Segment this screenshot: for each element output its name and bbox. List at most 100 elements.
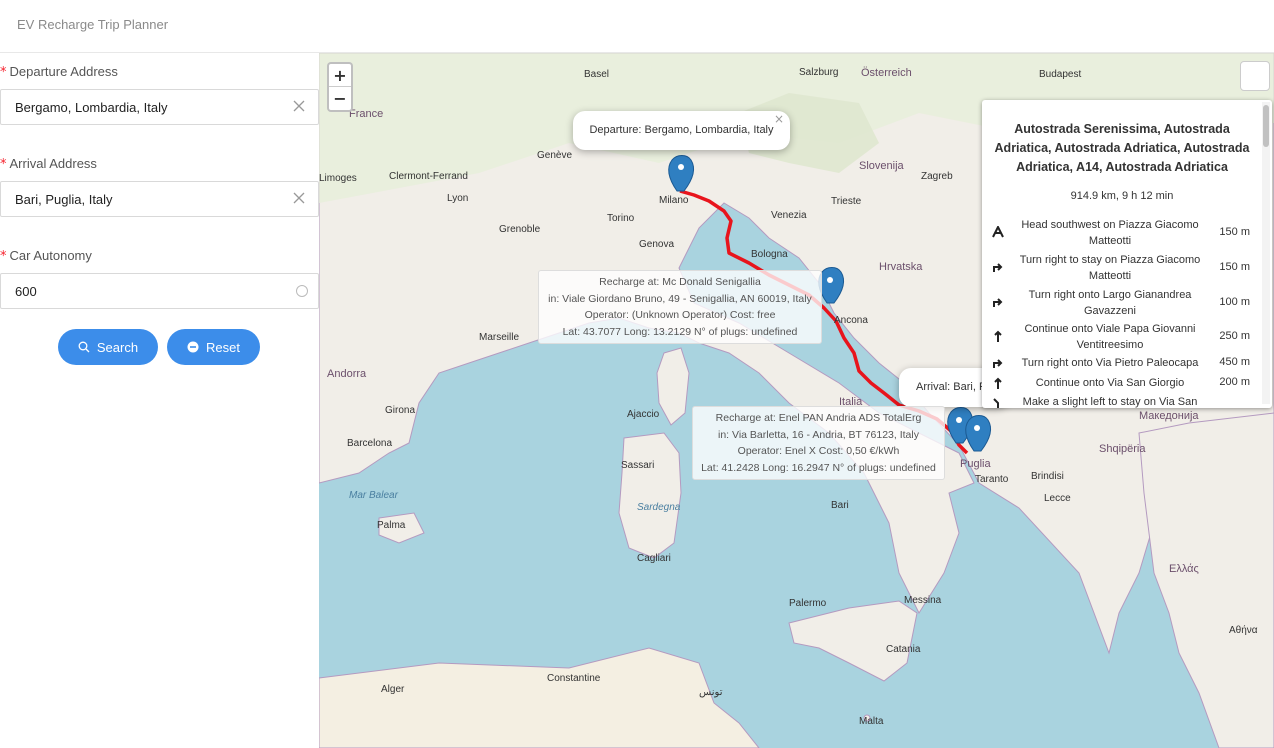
required-mark: * [0,65,7,80]
map-label: Αθήνα [1229,625,1258,636]
map-label: Palma [377,520,406,531]
instruction-text: Make a slight left to stay on Via San [1022,396,1198,408]
minus-circle-icon [187,341,199,353]
map-label: Alger [381,684,405,695]
instruction-distance: 450 m [1219,356,1250,368]
route-summary: 914.9 km, 9 h 12 min [1070,190,1174,202]
reset-label: Reset [206,339,240,355]
search-label: Search [96,339,139,355]
tooltip-line: Operator: (Unknown Operator) Cost: free [584,309,776,321]
map-label: Sassari [621,460,655,471]
turn-right-icon [993,298,1003,307]
arrival-value: Bari, Puglia, Italy [15,192,113,207]
scrollbar-thumb[interactable] [1263,105,1269,147]
depart-icon [992,226,1004,238]
map-label: Shqipëria [1099,443,1146,455]
map-label: Milano [659,195,689,206]
instruction-distance: 150 m [1219,261,1250,273]
map-label: Puglia [960,458,991,470]
instruction-distance: 100 m [1219,296,1250,308]
map-label: Slovenija [859,160,904,172]
map-label: Palermo [789,598,827,609]
map-label: Brindisi [1031,471,1064,482]
straight-icon [994,377,1002,389]
map-label: Girona [385,405,416,416]
instruction-text: Continue onto Viale Papa Giovanni Ventit… [1024,323,1196,351]
stepper-icon[interactable] [296,285,308,297]
tooltip-line: Recharge at: Enel PAN Andria ADS TotalEr… [715,412,922,424]
map-label: Grenoble [499,224,541,235]
zoom-in-button[interactable]: + [329,64,351,87]
turn-right-icon [993,359,1003,368]
instruction-row[interactable]: Make a slight left to stay on Via San [982,394,1262,408]
tooltip-line: Recharge at: Mc Donald Senigallia [599,276,761,288]
map-label: Basel [584,69,610,80]
map-label: Genova [639,239,675,250]
route-title: Autostrada Serenissima, Autostrada Adria… [994,122,1250,174]
map-label: Clermont-Ferrand [389,171,468,182]
autonomy-value: 600 [15,284,37,299]
instruction-text: Continue onto Via San Giorgio [1035,377,1185,389]
map-label: Limoges [319,173,357,184]
map-label: Ajaccio [627,409,660,420]
map-label: Barcelona [347,438,393,449]
instruction-distance: 150 m [1219,226,1250,238]
departure-popup-text: Departure: Bergamo, Lombardia, Italy [589,124,774,136]
map-label: Lecce [1044,493,1071,504]
tooltip-line: in: Viale Giordano Bruno, 49 - Senigalli… [548,292,812,305]
map-label: Bologna [751,249,788,260]
instruction-row[interactable]: Continue onto Viale Papa Giovanni Ventit… [982,321,1262,355]
zoom-out-button[interactable]: − [329,87,351,110]
map-label: Sardegna [637,502,681,513]
reset-button[interactable]: Reset [167,329,260,365]
instruction-distance: 250 m [1219,330,1250,342]
map-label: Lyon [447,193,469,204]
map-label: Bari [831,500,849,511]
map-label: Österreich [861,67,912,79]
map-label: Zagreb [921,171,953,182]
recharge-tooltip-andria: Recharge at: Enel PAN Andria ADS TotalEr… [692,406,945,480]
arrival-popup-text: Arrival: Bari, P [916,381,987,393]
autonomy-label: * Car Autonomy [0,248,92,264]
map-label: Marseille [479,332,520,343]
recharge-tooltip-senigallia: Recharge at: Mc Donald Senigallia in: Vi… [538,270,822,344]
instruction-text: Head southwest on Piazza Giacomo Matteot… [1021,219,1199,247]
map-label: Ancona [834,315,868,326]
arrival-input[interactable]: Bari, Puglia, Italy [0,181,319,217]
instruction-row[interactable]: Turn right onto Via Pietro Paleocapa 450… [982,355,1262,375]
map-view[interactable]: Österreich Slovenija Hrvatska Budapest F… [319,53,1274,748]
map-label: Budapest [1039,69,1082,80]
instruction-row[interactable]: Continue onto Via San Giorgio 200 m [982,375,1262,395]
map-label: تونس [699,687,723,698]
clear-icon[interactable] [292,191,306,205]
routing-toggle-button[interactable] [1240,61,1270,91]
departure-input[interactable]: Bergamo, Lombardia, Italy [0,89,319,125]
required-mark: * [0,249,7,264]
map-label: Torino [607,213,635,224]
map-label: Genève [537,150,573,161]
instruction-row[interactable]: Turn right onto Largo Gianandrea Gavazze… [982,287,1262,321]
clear-icon[interactable] [292,99,306,113]
routing-scrollbar[interactable] [1262,102,1270,404]
routing-panel[interactable]: Autostrada Serenissima, Autostrada Adria… [982,100,1272,408]
autonomy-input[interactable]: 600 [0,273,319,309]
map-label: France [349,108,384,120]
map-label: Македонија [1139,410,1199,422]
search-button[interactable]: Search [58,329,158,365]
tooltip-line: in: Via Barletta, 16 - Andria, BT 76123,… [718,428,919,441]
instruction-text: Turn right onto Via Pietro Paleocapa [1021,357,1199,369]
search-icon [78,341,90,353]
map-label: Andorra [327,368,367,380]
map-label: Mar Balear [349,490,398,501]
map-label: Salzburg [799,67,839,78]
map-label: Trieste [831,196,862,207]
instruction-text: Turn right to stay on Piazza Giacomo Mat… [1019,254,1201,282]
trip-form: * Departure Address Bergamo, Lombardia, I… [0,53,319,748]
departure-value: Bergamo, Lombardia, Italy [15,100,168,115]
close-icon[interactable]: × [774,112,784,126]
instruction-row[interactable]: Head southwest on Piazza Giacomo Matteot… [982,217,1262,251]
map-label: Messina [904,595,942,606]
map-label: Cagliari [637,553,671,564]
zoom-control: + − [327,62,353,112]
instruction-row[interactable]: Turn right to stay on Piazza Giacomo Mat… [982,252,1262,286]
